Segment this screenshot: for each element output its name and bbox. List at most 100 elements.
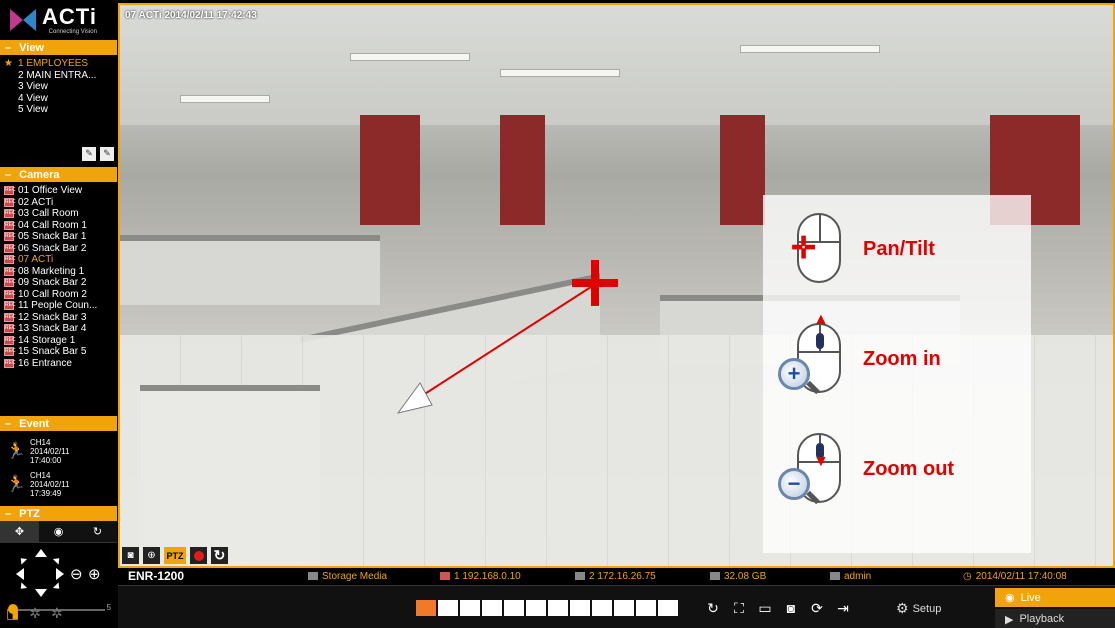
layout-buttons <box>416 600 678 616</box>
record-icon[interactable] <box>190 547 207 564</box>
acti-logo-mark <box>10 9 36 31</box>
camera-item[interactable]: REC 05 Snack Bar 1 <box>4 231 117 243</box>
layout-6x6-icon[interactable] <box>658 600 678 616</box>
ptz-upright-icon[interactable] <box>52 555 63 565</box>
playback-mode-button[interactable]: ▶ Playback <box>995 609 1115 628</box>
view-item-3[interactable]: 3 View <box>4 81 117 93</box>
collapse-icon[interactable]: – <box>5 418 11 430</box>
camera-item[interactable]: REC 12 Snack Bar 3 <box>4 312 117 324</box>
ptz-downright-icon[interactable] <box>52 582 63 592</box>
disk-free: 32.08 GB <box>724 570 767 582</box>
ptz-tab-preset-icon[interactable]: ◉ <box>39 521 78 542</box>
layout-2x2-icon[interactable] <box>438 600 458 616</box>
zoom-in-icon[interactable]: ⊕ <box>88 565 101 583</box>
camera-item[interactable]: REC 14 Storage 1 <box>4 335 117 347</box>
layout-1p5-icon[interactable] <box>504 600 524 616</box>
event-section-header[interactable]: – Event <box>0 416 117 431</box>
view-item-5[interactable]: 5 View <box>4 104 117 116</box>
ptz-up-icon[interactable] <box>35 549 47 557</box>
event-item[interactable]: 🏃 CH14 2014/02/11 17:39:49 <box>6 468 117 501</box>
zoom-out-icon[interactable]: ⊖ <box>70 565 83 583</box>
event-list: 🏃 CH14 2014/02/11 17:40:00 🏃 CH14 2014/0… <box>0 431 117 506</box>
sequence-icon[interactable]: ↻ <box>703 599 723 617</box>
view-item-4[interactable]: 4 View <box>4 93 117 105</box>
edit-view-icon[interactable]: ✎ <box>82 147 96 161</box>
camera-item-active[interactable]: REC 07 ACTi <box>4 254 117 266</box>
logout-icon[interactable]: ⇥ <box>833 599 853 617</box>
camera-item[interactable]: REC 09 Snack Bar 2 <box>4 277 117 289</box>
live-mode-button[interactable]: ◉ Live <box>995 588 1115 607</box>
event-item[interactable]: 🏃 CH14 2014/02/11 17:40:00 <box>6 435 117 468</box>
camera-snapshot-icon[interactable]: ◙ <box>781 599 801 617</box>
collapse-icon[interactable]: – <box>5 508 11 520</box>
live-video-viewport[interactable]: 07 ACTi 2014/02/11 17:42:43 ✛ Pan/Tilt ▲… <box>118 3 1115 568</box>
view-item-1[interactable]: ★ 1 EMPLOYEES <box>4 58 117 70</box>
motion-person-icon: 🏃 <box>6 442 26 460</box>
view-item-2[interactable]: 2 MAIN ENTRA... <box>4 70 117 82</box>
view-item-label: 2 MAIN ENTRA... <box>18 69 97 81</box>
collapse-icon[interactable]: – <box>5 169 11 181</box>
layout-4x4-icon[interactable] <box>482 600 502 616</box>
control-buttons: ↻ ⛶ ▭ ◙ ⟳ ⇥ <box>703 599 853 617</box>
bottom-toolbar: ↻ ⛶ ▭ ◙ ⟳ ⇥ ⚙ Setup ◉ Live ▶ Playback <box>118 585 1115 628</box>
camera-item[interactable]: REC 08 Marketing 1 <box>4 266 117 278</box>
camera-item[interactable]: REC 01 Office View <box>4 185 117 197</box>
camera-icon: REC <box>4 312 16 322</box>
system-datetime: 2014/02/11 17:40:08 <box>975 570 1067 582</box>
setup-button[interactable]: ⚙ Setup <box>896 600 941 617</box>
zoom-in-label: Zoom in <box>863 348 941 370</box>
view-section-header[interactable]: – View <box>0 40 117 55</box>
ptz-section-header[interactable]: – PTZ <box>0 506 117 521</box>
ptz-downleft-icon[interactable] <box>17 582 28 592</box>
ptz-right-icon[interactable] <box>56 568 64 580</box>
status-bar: ENR-1200 Storage Media 1 192.168.0.10 2 … <box>118 569 1115 583</box>
layout-3x3-icon[interactable] <box>460 600 480 616</box>
ptz-tab-move-icon[interactable]: ✥ <box>0 521 39 542</box>
layout-1p7-icon[interactable] <box>526 600 546 616</box>
ptz-left-icon[interactable] <box>16 568 24 580</box>
snapshot-icon[interactable]: ◙ <box>122 547 139 564</box>
monitor-icon[interactable]: ▭ <box>755 599 775 617</box>
layout-2p8-icon[interactable] <box>592 600 612 616</box>
ptz-toggle-button[interactable]: PTZ <box>164 547 186 564</box>
playback-label: Playback <box>1019 613 1065 625</box>
pin-icon: ★ <box>4 58 13 69</box>
view-item-label: 3 View <box>18 81 48 92</box>
camera-item[interactable]: REC 13 Snack Bar 4 <box>4 323 117 335</box>
acti-logo: ACTi Connecting Vision <box>0 0 117 40</box>
camera-section-header[interactable]: – Camera <box>0 167 117 182</box>
camera-item[interactable]: REC 03 Call Room <box>4 208 117 220</box>
edit-view-2-icon[interactable]: ✎ <box>100 147 114 161</box>
layout-1p12-icon[interactable] <box>570 600 590 616</box>
layout-1x1-icon[interactable] <box>416 600 436 616</box>
fullscreen-icon[interactable]: ⛶ <box>729 599 749 617</box>
af-focus-icon[interactable]: ◨ <box>6 605 19 622</box>
digital-zoom-icon[interactable]: ⊕ <box>143 547 160 564</box>
focus-far-icon[interactable]: ✲ <box>51 605 63 622</box>
magnifier-minus-icon: − <box>778 468 810 500</box>
camera-item[interactable]: REC 16 Entrance <box>4 358 117 370</box>
view-item-label: 5 View <box>18 104 48 115</box>
video-toolbar: ◙ ⊕ PTZ ↻ <box>122 547 228 564</box>
camera-item[interactable]: REC 02 ACTi <box>4 197 117 209</box>
camera-item[interactable]: REC 11 People Coun... <box>4 300 117 312</box>
camera-icon: REC <box>4 255 16 265</box>
sidebar: ACTi Connecting Vision – View ★ 1 EMPLOY… <box>0 0 117 628</box>
layout-custom-icon[interactable] <box>614 600 634 616</box>
ptz-upleft-icon[interactable] <box>17 555 28 565</box>
layout-1p9-icon[interactable] <box>548 600 568 616</box>
collapse-icon[interactable]: – <box>5 42 11 54</box>
ptz-direction-pad: ⊖ ⊕ <box>0 543 117 603</box>
view-heading: View <box>19 41 44 54</box>
ptz-down-icon[interactable] <box>35 589 47 597</box>
camera-item[interactable]: REC 15 Snack Bar 5 <box>4 346 117 358</box>
ptz-tab-tour-icon[interactable]: ↻ <box>78 521 117 542</box>
reload-icon[interactable]: ⟳ <box>807 599 827 617</box>
camera-item[interactable]: REC 04 Call Room 1 <box>4 220 117 232</box>
refresh-icon[interactable]: ↻ <box>211 547 228 564</box>
camera-item[interactable]: REC 06 Snack Bar 2 <box>4 243 117 255</box>
camera-list: REC 01 Office View REC 02 ACTi REC 03 Call … <box>0 182 117 416</box>
camera-item[interactable]: REC 10 Call Room 2 <box>4 289 117 301</box>
layout-5x5-icon[interactable] <box>636 600 656 616</box>
focus-near-icon[interactable]: ✲ <box>29 605 41 622</box>
